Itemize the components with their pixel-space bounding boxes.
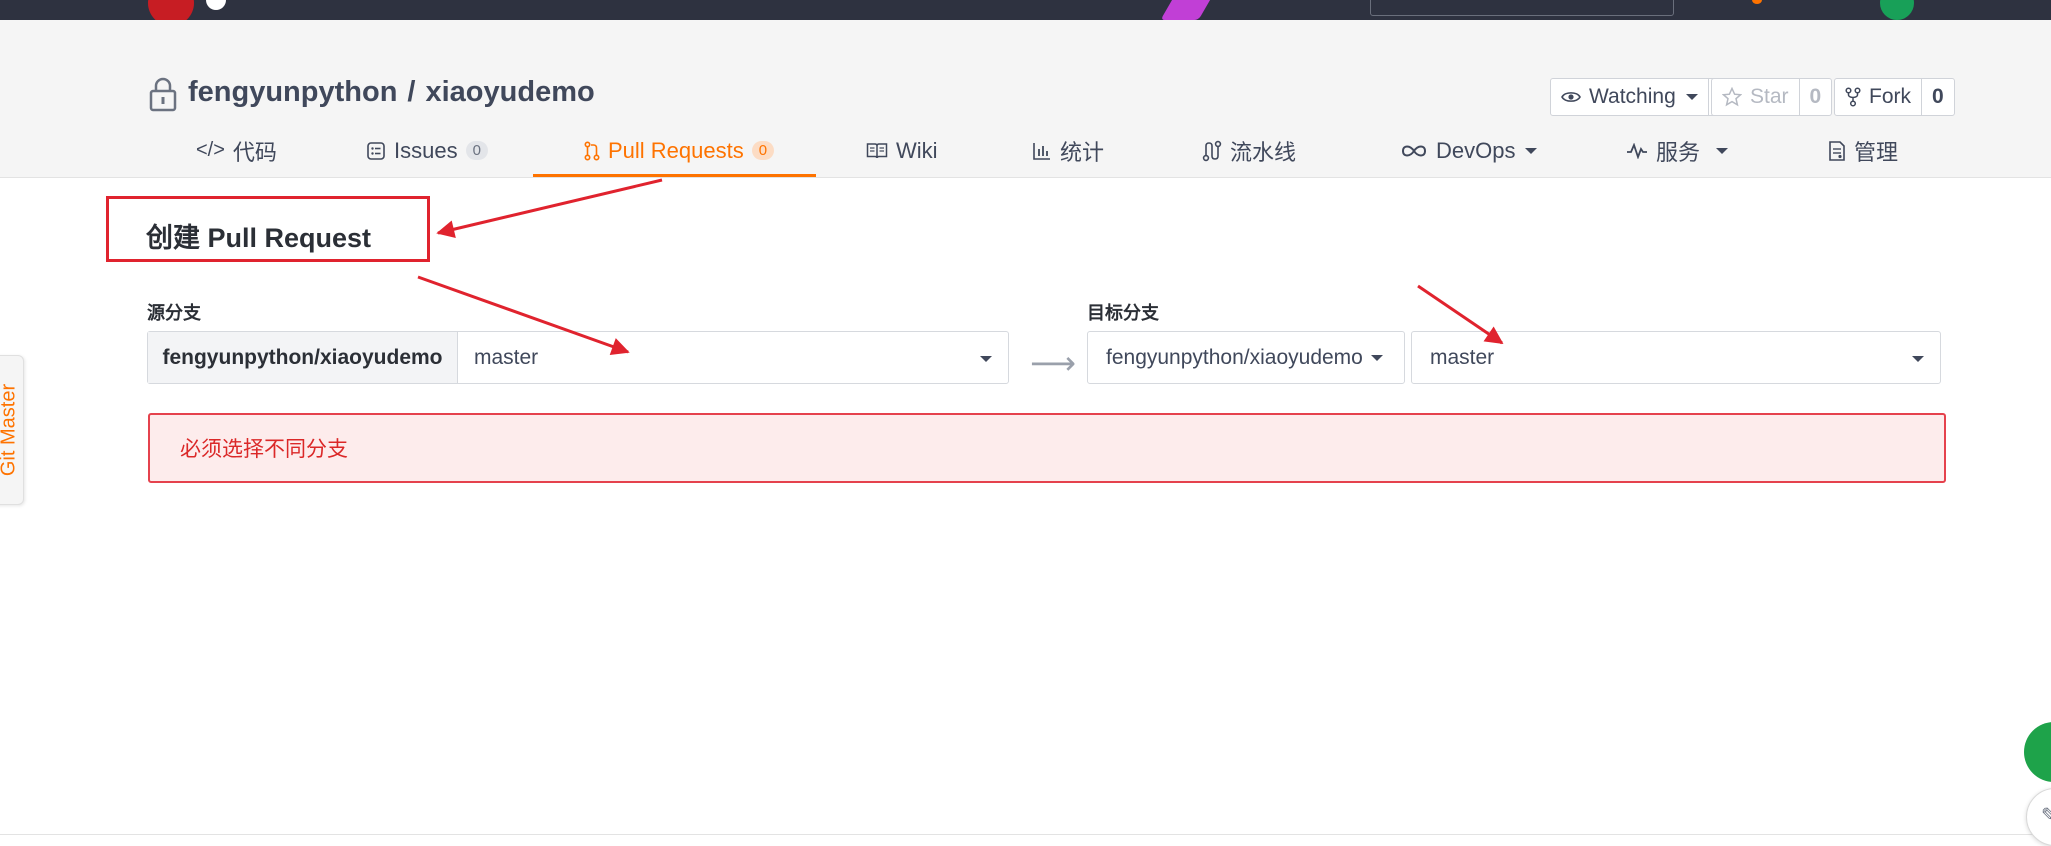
git-master-side-tab[interactable]: Git Master <box>0 355 24 505</box>
pull-requests-count-badge: 0 <box>751 141 775 160</box>
pipeline-icon <box>1202 140 1222 161</box>
target-branch-value: master <box>1430 345 1495 369</box>
footer-divider <box>0 834 2051 835</box>
source-repo: fengyunpython/xiaoyudemo <box>148 332 458 383</box>
logo-wordmark <box>206 0 226 10</box>
fork-label: Fork <box>1869 85 1911 108</box>
error-alert: 必须选择不同分支 <box>148 413 1946 483</box>
star-button[interactable]: Star <box>1712 79 1800 115</box>
chevron-down-icon <box>1912 356 1924 362</box>
chevron-down-icon <box>1685 94 1698 100</box>
repo-separator: / <box>407 76 416 108</box>
issues-icon <box>367 141 385 160</box>
bar-chart-icon <box>1033 142 1050 160</box>
git-master-label: Git Master <box>0 383 20 477</box>
star-button-group: Star 0 <box>1711 78 1833 116</box>
tab-devops[interactable]: DevOps <box>1400 124 1538 177</box>
infinity-icon <box>1401 145 1427 156</box>
tab-services-label: 服务 <box>1656 139 1701 165</box>
tab-wiki[interactable]: Wiki <box>866 124 938 177</box>
star-count[interactable]: 0 <box>1800 79 1832 115</box>
repo-title: fengyunpython / xiaoyudemo <box>188 76 595 109</box>
promo-icon[interactable] <box>1160 0 1214 20</box>
tab-pipeline-label: 流水线 <box>1230 139 1297 165</box>
arrow-right-icon: ⟶ <box>1030 345 1076 381</box>
tab-wiki-label: Wiki <box>896 137 938 163</box>
target-repo-value: fengyunpython/xiaoyudemo <box>1106 345 1363 369</box>
feedback-button[interactable]: ✎ <box>2026 788 2051 846</box>
repo-name-link[interactable]: xiaoyudemo <box>425 76 594 108</box>
tab-pull-requests-label: Pull Requests <box>608 137 744 163</box>
tab-issues-label: Issues <box>394 137 458 163</box>
watch-button[interactable]: Watching <box>1551 79 1709 115</box>
fork-icon <box>1845 87 1861 107</box>
code-icon: </> <box>196 139 225 161</box>
target-branch-dropdown[interactable]: master <box>1411 331 1941 384</box>
tab-settings-label: 管理 <box>1854 139 1899 165</box>
pull-request-icon <box>584 140 600 161</box>
back-to-top-button[interactable] <box>2024 722 2051 782</box>
tab-stats-label: 统计 <box>1060 139 1105 165</box>
source-branch-label: 源分支 <box>147 303 201 323</box>
page-title: 创建 Pull Request <box>146 223 372 253</box>
fork-button[interactable]: Fork <box>1835 79 1922 115</box>
watch-label: Watching <box>1589 85 1676 108</box>
tab-issues[interactable]: Issues 0 <box>366 124 488 177</box>
lock-icon <box>149 77 177 112</box>
top-navbar <box>0 0 2051 26</box>
target-branch-label: 目标分支 <box>1087 303 1159 323</box>
tab-settings[interactable]: 管理 <box>1828 124 1898 177</box>
star-label: Star <box>1750 85 1789 108</box>
chevron-down-icon <box>1370 354 1383 361</box>
star-icon <box>1722 87 1742 107</box>
source-branch-dropdown[interactable]: master <box>458 332 1008 383</box>
chevron-down-icon <box>1716 147 1729 154</box>
active-tab-indicator <box>533 174 816 177</box>
repo-tabs: </> 代码 Issues 0 Pull Requests 0 Wiki 统计 … <box>148 124 1948 177</box>
error-message: 必须选择不同分支 <box>180 438 348 461</box>
tab-stats[interactable]: 统计 <box>1032 124 1104 177</box>
user-avatar[interactable] <box>1880 0 1914 20</box>
tab-code-label: 代码 <box>232 139 277 165</box>
source-branch-selector: fengyunpython/xiaoyudemo master <box>147 331 1009 384</box>
chevron-down-icon <box>980 356 992 362</box>
annotation-arrow <box>436 178 663 239</box>
tab-pull-requests[interactable]: Pull Requests 0 <box>584 124 775 177</box>
tab-devops-label: DevOps <box>1436 137 1516 163</box>
tab-pipeline[interactable]: 流水线 <box>1202 124 1296 177</box>
feedback-icon: ✎ <box>2041 805 2051 827</box>
tab-services[interactable]: 服务 <box>1626 124 1729 177</box>
fork-button-group: Fork 0 <box>1834 78 1955 116</box>
repo-owner-link[interactable]: fengyunpython <box>188 76 397 108</box>
book-icon <box>866 142 888 158</box>
tab-code[interactable]: </> 代码 <box>196 124 277 177</box>
notification-icon[interactable] <box>1752 0 1762 4</box>
settings-doc-icon <box>1829 140 1845 161</box>
chevron-down-icon <box>1525 147 1538 154</box>
target-repo-dropdown[interactable]: fengyunpython/xiaoyudemo <box>1087 331 1405 384</box>
search-input[interactable] <box>1370 0 1674 16</box>
issues-count-badge: 0 <box>465 141 488 160</box>
source-branch-value: master <box>474 345 539 369</box>
eye-icon <box>1561 92 1581 102</box>
pulse-icon <box>1627 142 1647 159</box>
fork-count[interactable]: 0 <box>1922 79 1954 115</box>
